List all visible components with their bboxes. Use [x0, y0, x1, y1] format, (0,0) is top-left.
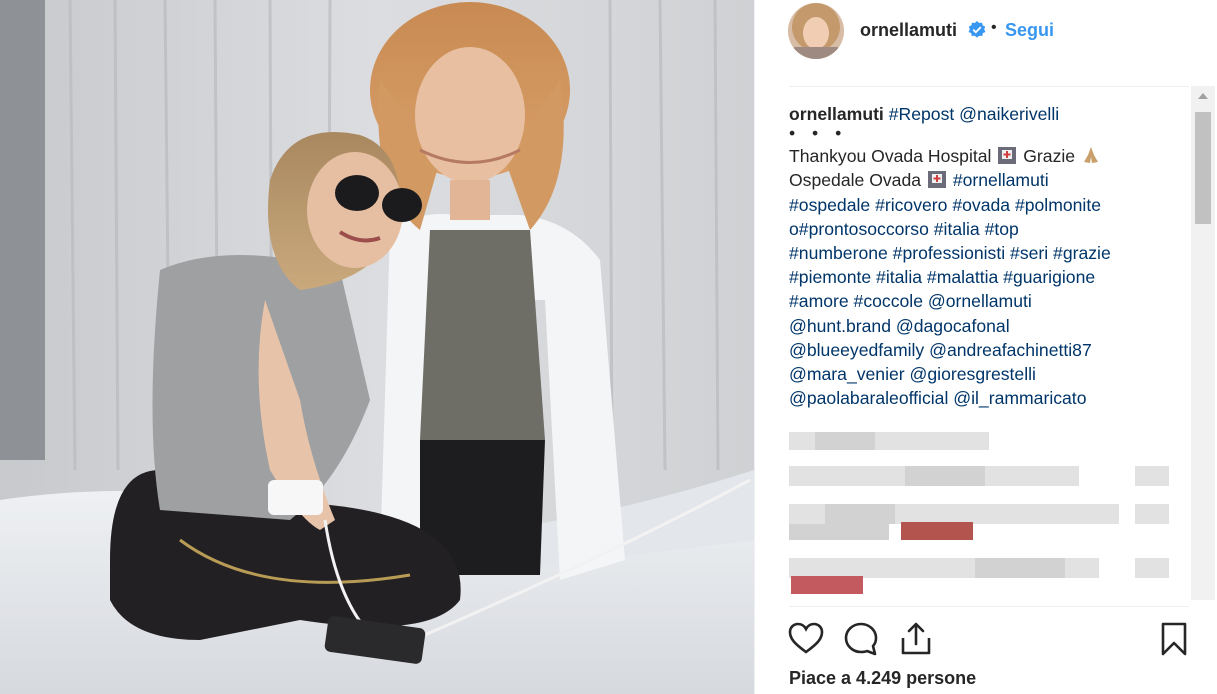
share-upload-icon[interactable]	[897, 620, 935, 658]
caption-tags-line[interactable]: #piemonte #italia #malattia #guarigione	[789, 265, 1144, 289]
blurred-accent	[791, 576, 863, 594]
caption-grazie: Grazie	[1023, 146, 1076, 167]
bandage	[268, 480, 323, 515]
hospital-emoji-icon	[927, 171, 946, 189]
post-photo[interactable]	[0, 0, 754, 694]
blurred-accent	[901, 522, 973, 540]
caption-tags-line[interactable]: #amore #coccole @ornellamuti	[789, 289, 1144, 313]
comments-scrollbar[interactable]	[1191, 86, 1215, 600]
header-separator: •	[991, 19, 997, 36]
caption-tags-line[interactable]: #numberone #professionisti #seri #grazie	[789, 241, 1144, 265]
actions-divider	[789, 606, 1189, 607]
likes-count[interactable]: Piace a 4.249 persone	[789, 668, 976, 689]
caption-ellipsis: • • •	[789, 123, 848, 144]
caption-author[interactable]: ornellamuti	[789, 104, 884, 124]
post-actions	[755, 614, 1217, 664]
comments-area[interactable]: ornellamuti #Repost @naikerivelli • • • …	[755, 86, 1217, 606]
caption-tags-line[interactable]: @blueeyedfamily @andreafachinetti87	[789, 338, 1144, 362]
avatar-image	[788, 3, 844, 59]
caption-tags-line[interactable]: o#prontosoccorso #italia #top	[789, 217, 1144, 241]
post-header: ornellamuti • Segui	[755, 0, 1217, 66]
blurred-comments	[789, 432, 1169, 594]
post-caption: ornellamuti #Repost @naikerivelli • • • …	[789, 102, 1144, 410]
heart-icon[interactable]	[787, 620, 825, 658]
repost-hashtag[interactable]: #Repost	[889, 104, 955, 124]
post-username[interactable]: ornellamuti	[860, 20, 957, 41]
wall-left	[0, 0, 45, 460]
caption-line1: Thankyou Ovada Hospital	[789, 146, 992, 167]
hospital-emoji-icon	[998, 147, 1017, 165]
avatar[interactable]	[788, 3, 844, 59]
caption-hashtag-ornellamuti[interactable]: #ornellamuti	[953, 170, 1049, 190]
bookmark-icon[interactable]	[1155, 620, 1193, 658]
repost-mention[interactable]: @naikerivelli	[959, 104, 1059, 124]
verified-badge-icon	[968, 21, 986, 38]
caption-tags-line[interactable]: @hunt.brand @dagocafonal	[789, 314, 1144, 338]
post-sidebar: ornellamuti • Segui ornellamuti #Repost …	[754, 0, 1217, 694]
caption-tags-line[interactable]: @paolabaraleofficial @il_rammaricato	[789, 386, 1144, 410]
follow-button[interactable]: Segui	[1005, 20, 1054, 41]
caption-tags-line[interactable]: @mara_venier @gioresgrestelli	[789, 362, 1144, 386]
scroll-up-icon[interactable]	[1191, 86, 1215, 106]
scrollbar-thumb[interactable]	[1195, 112, 1211, 224]
photo-canvas	[0, 0, 754, 694]
comment-bubble-icon[interactable]	[842, 620, 880, 658]
praying-hands-emoji-icon	[1083, 147, 1098, 164]
caption-line2: Ospedale Ovada	[789, 170, 922, 191]
caption-tags-line[interactable]: #ospedale #ricovero #ovada #polmonite	[789, 193, 1144, 217]
